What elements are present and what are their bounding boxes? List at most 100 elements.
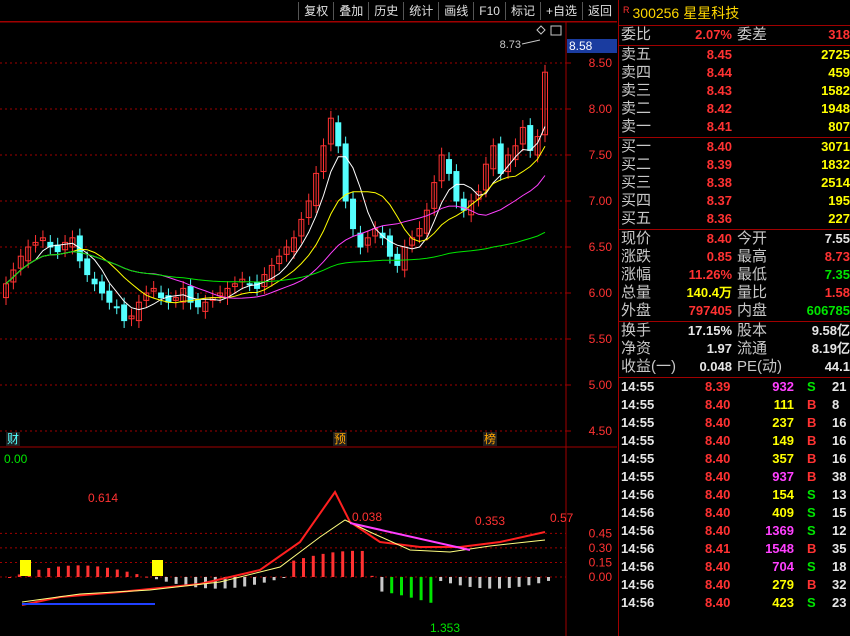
level-volume: 459 bbox=[828, 65, 850, 80]
stat-row: 涨幅 11.26% 最低 7.35 bbox=[619, 266, 850, 284]
indicator-line-dea bbox=[21, 519, 546, 603]
level-price: 8.45 bbox=[706, 47, 732, 62]
tick-time: 14:56 bbox=[621, 595, 655, 610]
event-marker: 预 bbox=[334, 432, 346, 446]
window-toggle-icon bbox=[550, 25, 562, 36]
candle-body bbox=[446, 159, 453, 174]
tick-count: 8 bbox=[832, 397, 840, 412]
toolbar-button-f10[interactable]: F10 bbox=[473, 1, 505, 20]
stat-value: 11.26% bbox=[688, 267, 732, 282]
stat-label: 涨跌 bbox=[621, 248, 652, 265]
indicator-bar bbox=[360, 550, 364, 577]
indicator-annotation: 0.57 bbox=[550, 511, 574, 525]
indicator-bar bbox=[449, 577, 452, 584]
tick-side: S bbox=[807, 379, 816, 394]
stat-value: 7.35 bbox=[824, 267, 850, 282]
diamond-icon bbox=[536, 25, 546, 35]
candle-body bbox=[54, 244, 61, 253]
kline-chart-area[interactable]: 8.50 8.00 7.50 7.00 6.50 6.00 5.50 5.00 4.50 0.45… bbox=[0, 22, 617, 636]
stat-value: 8.40 bbox=[706, 231, 732, 246]
tick-price: 8.41 bbox=[705, 541, 731, 556]
stat-label: 外盘 bbox=[621, 302, 652, 319]
candle-body bbox=[342, 143, 349, 202]
price-axis-label: 4.50 bbox=[589, 424, 613, 438]
bid-row: 买二 8.39 1832 bbox=[619, 156, 850, 174]
tick-count: 15 bbox=[832, 505, 847, 520]
level-volume: 2725 bbox=[821, 47, 850, 62]
toolbar-button-overlay[interactable]: 叠加 bbox=[333, 1, 368, 20]
toolbar-button-fuquan[interactable]: 复权 bbox=[298, 1, 333, 20]
moving-average-line-5 bbox=[5, 126, 546, 311]
event-marker: 榜 bbox=[484, 431, 496, 446]
indicator-bar bbox=[400, 577, 403, 596]
toolbar-button-add-watchlist[interactable]: +自选 bbox=[539, 1, 582, 20]
tick-price: 8.40 bbox=[705, 451, 731, 466]
tick-price: 8.40 bbox=[705, 505, 731, 520]
tick-row: 14:56 8.40 704 S 18 bbox=[619, 558, 850, 576]
level-price: 8.36 bbox=[706, 211, 732, 226]
kline-chart[interactable]: 8.50 8.00 7.50 7.00 6.50 6.00 5.50 5.00 4.50 0.45… bbox=[0, 22, 617, 636]
tick-row: 14:55 8.40 149 B 16 bbox=[619, 432, 850, 450]
indicator-signal-block bbox=[20, 560, 31, 576]
toolbar-button-stats[interactable]: 统计 bbox=[403, 1, 438, 20]
tick-price: 8.40 bbox=[705, 469, 731, 484]
toolbar-button-mark[interactable]: 标记 bbox=[504, 1, 540, 20]
tick-count: 23 bbox=[832, 595, 847, 610]
fin-value: 17.15% bbox=[687, 323, 732, 338]
level-label: 卖三 bbox=[621, 82, 652, 99]
bid-row: 买一 8.40 3071 bbox=[619, 138, 850, 156]
toolbar-button-history[interactable]: 历史 bbox=[368, 1, 403, 20]
indicator-bar bbox=[253, 577, 256, 585]
price-axis-label: 7.50 bbox=[589, 148, 613, 162]
candle-body bbox=[158, 292, 165, 299]
tick-side: S bbox=[807, 505, 816, 520]
fin-label: 股本 bbox=[737, 322, 768, 339]
level-volume: 1832 bbox=[821, 157, 850, 172]
order-diff-label: 委差 bbox=[737, 26, 768, 43]
indicator-bar bbox=[76, 565, 80, 577]
candle-body bbox=[335, 122, 342, 147]
order-ratio-value: 2.07% bbox=[695, 27, 732, 42]
indicator-axis-label: 0.30 bbox=[589, 541, 613, 555]
fin-row: 收益(一) 0.048 PE(动) 44.1 bbox=[619, 358, 850, 376]
indicator-bar bbox=[8, 577, 11, 578]
tick-time: 14:55 bbox=[621, 415, 655, 430]
level-volume: 3071 bbox=[821, 139, 850, 154]
tick-count: 38 bbox=[832, 469, 847, 484]
fin-label: 净资 bbox=[621, 340, 652, 357]
toolbar-button-back[interactable]: 返回 bbox=[581, 1, 617, 20]
tick-time: 14:55 bbox=[621, 451, 655, 466]
indicator-axis-label: 0.15 bbox=[589, 555, 613, 569]
level-label: 卖二 bbox=[621, 100, 652, 117]
ask-row: 卖二 8.42 1948 bbox=[619, 100, 850, 118]
tick-price: 8.40 bbox=[705, 595, 731, 610]
indicator-bar bbox=[115, 569, 119, 577]
candle-body bbox=[187, 286, 194, 303]
price-axis-label: 6.00 bbox=[589, 286, 613, 300]
stock-name: 星星科技 bbox=[683, 4, 740, 21]
stock-header: R 300256 星星科技 bbox=[619, 0, 850, 26]
tick-volume: 409 bbox=[772, 505, 794, 520]
tick-price: 8.40 bbox=[705, 577, 731, 592]
bid-row: 买四 8.37 195 bbox=[619, 192, 850, 210]
candle-body bbox=[386, 235, 393, 257]
candle-body bbox=[194, 299, 201, 308]
event-marker: 财 bbox=[7, 432, 19, 446]
indicator-bar bbox=[66, 565, 70, 577]
tick-list[interactable]: 14:55 8.39 932 S 21 14:55 8.40 111 B 8 14:55 8.40 23… bbox=[619, 378, 850, 612]
tick-volume: 423 bbox=[772, 595, 794, 610]
level-price: 8.37 bbox=[706, 193, 732, 208]
indicator-bar bbox=[429, 577, 433, 603]
tick-count: 12 bbox=[832, 523, 847, 538]
indicator-bar bbox=[439, 577, 443, 582]
level-label: 买四 bbox=[621, 192, 652, 209]
indicator-bar bbox=[517, 577, 521, 587]
stat-row: 总量 140.4万 量比 1.58 bbox=[619, 284, 850, 302]
tick-side: S bbox=[807, 559, 816, 574]
toolbar-button-draw-line[interactable]: 画线 bbox=[438, 1, 473, 20]
tick-count: 35 bbox=[832, 541, 847, 556]
level-label: 买一 bbox=[621, 138, 652, 155]
stat-row: 外盘 797405 内盘 606785 bbox=[619, 302, 850, 320]
candle-body bbox=[497, 143, 504, 174]
fin-value: 1.97 bbox=[706, 341, 732, 356]
